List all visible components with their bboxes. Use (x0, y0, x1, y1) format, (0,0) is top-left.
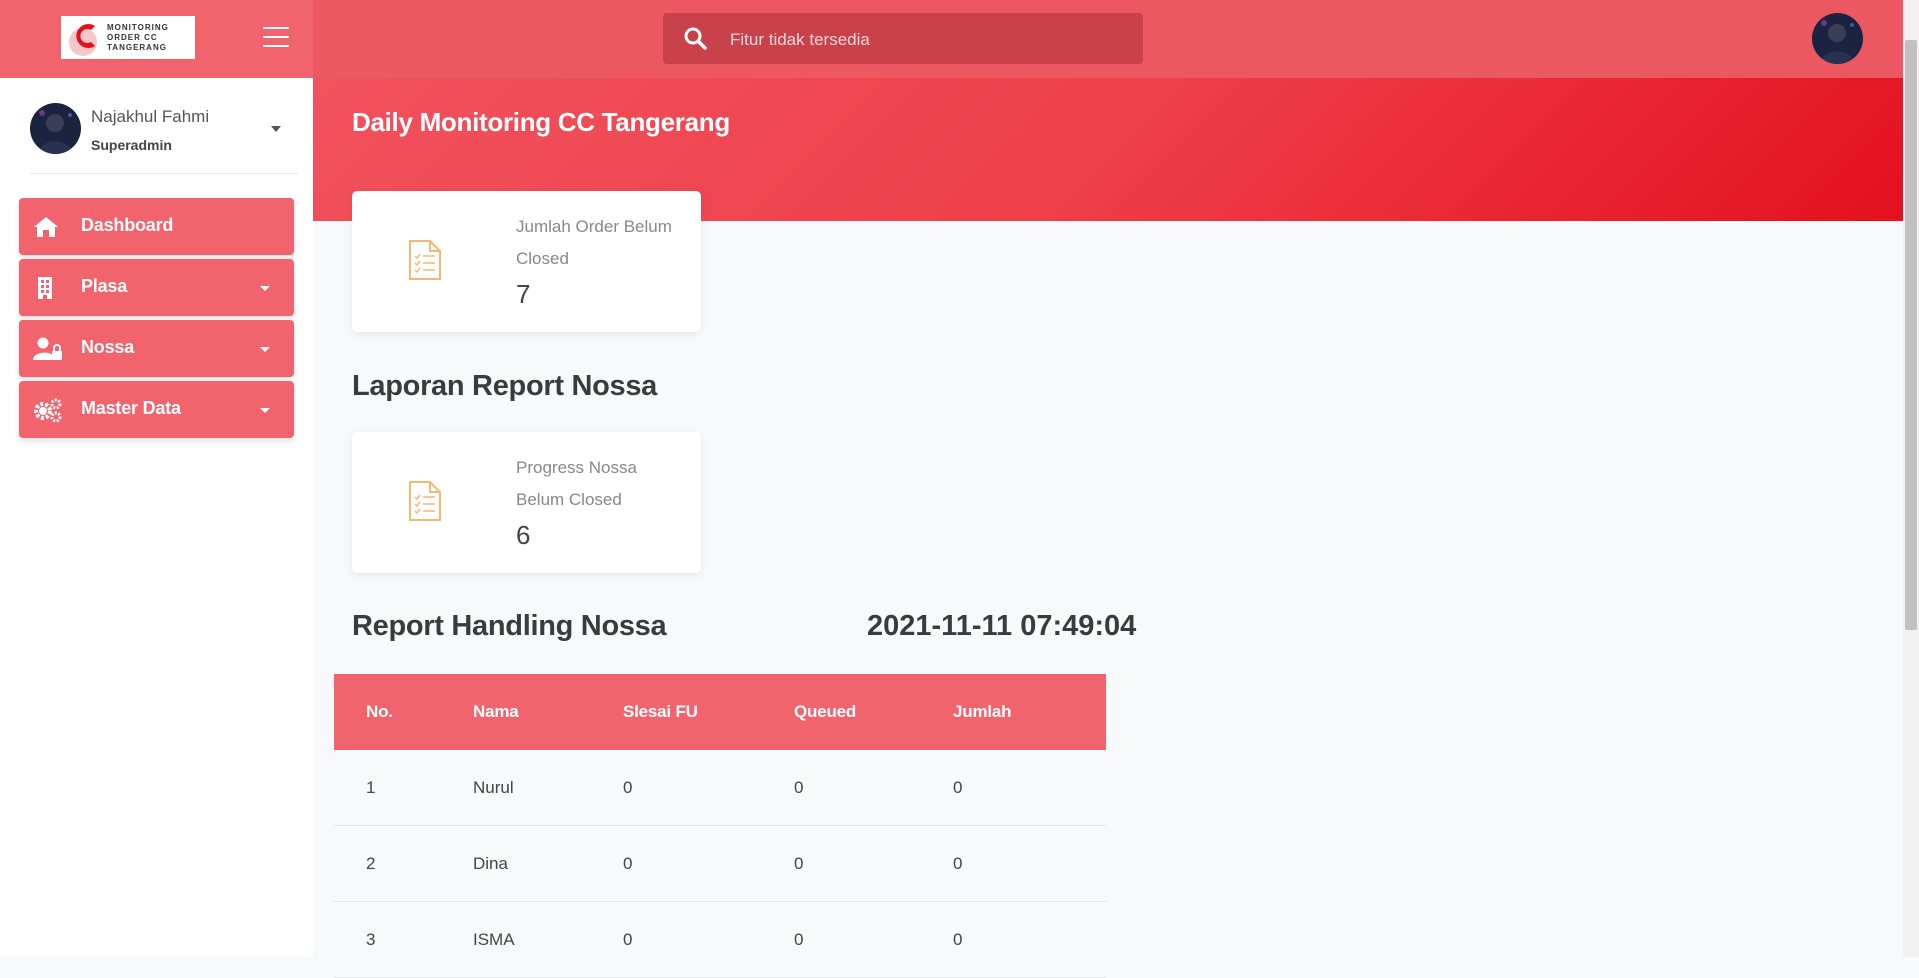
column-header-jumlah: Jumlah (953, 674, 1106, 750)
sidebar-item-master-data[interactable]: Master Data (19, 381, 294, 438)
cell-no: 2 (334, 825, 473, 902)
user-panel[interactable]: Najakhul Fahmi Superadmin (30, 103, 298, 163)
logo-text: MONITORING ORDER CC TANGERANG (107, 23, 169, 53)
order-stat-card: Jumlah Order Belum Closed 7 (352, 191, 701, 332)
table-row: 2 Dina 0 0 0 (334, 825, 1106, 902)
search-icon (683, 26, 707, 55)
brand-area: MONITORING ORDER CC TANGERANG (0, 0, 313, 78)
column-header-queued: Queued (794, 674, 953, 750)
user-role: Superadmin (91, 137, 172, 153)
sidebar-item-plasa[interactable]: Plasa (19, 259, 294, 316)
cell-jumlah: 0 (953, 750, 1106, 826)
logo-mark-icon (65, 18, 105, 58)
cell-no: 1 (334, 750, 473, 826)
column-header-nama: Nama (473, 674, 623, 750)
cell-queued: 0 (794, 901, 953, 978)
home-icon (33, 214, 59, 240)
cell-nama: ISMA (473, 901, 623, 978)
sidebar-item-nossa[interactable]: Nossa (19, 320, 294, 377)
card-label: Progress Nossa Belum Closed (516, 458, 637, 509)
chevron-down-icon[interactable] (271, 126, 281, 132)
cell-nama: Nurul (473, 750, 623, 826)
sidebar-item-label: Master Data (81, 398, 181, 418)
report-timestamp: 2021-11-11 07:49:04 (867, 610, 1137, 642)
sidebar-item-label: Plasa (81, 276, 128, 296)
column-header-no: No. (334, 674, 473, 750)
cell-selesai-fu: 0 (623, 825, 794, 902)
cell-queued: 0 (794, 750, 953, 826)
chevron-down-icon (260, 347, 270, 352)
sidebar-item-label: Dashboard (81, 215, 174, 235)
cell-queued: 0 (794, 825, 953, 902)
cell-selesai-fu: 0 (623, 750, 794, 826)
chevron-down-icon (260, 286, 270, 291)
search-input[interactable] (728, 13, 1132, 66)
card-value: 7 (516, 279, 531, 309)
sidebar-menu: Dashboard Plasa Nossa Master Data (19, 198, 294, 442)
cell-no: 3 (334, 901, 473, 978)
table-row: 3 ISMA 0 0 0 (334, 901, 1106, 978)
column-header-selesai-fu: Slesai FU (623, 674, 794, 750)
top-navbar: MONITORING ORDER CC TANGERANG (0, 0, 1919, 957)
logo-line-1: MONITORING (107, 22, 169, 32)
navbar-avatar[interactable] (1812, 13, 1863, 64)
building-icon (33, 275, 59, 301)
cell-jumlah: 0 (953, 825, 1106, 902)
cell-nama: Dina (473, 825, 623, 902)
logo-line-3: TANGERANG (107, 42, 167, 52)
hamburger-menu-icon[interactable] (263, 27, 289, 49)
section-title-nossa: Laporan Report Nossa (352, 370, 657, 402)
table-row: 1 Nurul 0 0 0 (334, 750, 1106, 826)
search-box[interactable] (663, 13, 1143, 66)
gears-icon (33, 397, 62, 423)
cell-selesai-fu: 0 (623, 901, 794, 978)
chevron-down-icon (260, 408, 270, 413)
nav-area (313, 0, 1903, 78)
user-avatar (30, 103, 81, 154)
user-lock-icon (33, 336, 62, 362)
sidebar: Najakhul Fahmi Superadmin Dashboard Plas… (0, 78, 313, 957)
card-label: Jumlah Order Belum Closed (516, 217, 672, 268)
checklist-document-icon (408, 239, 442, 286)
report-table: No. Nama Slesai FU Queued Jumlah 1 Nurul… (334, 674, 1106, 978)
sidebar-item-dashboard[interactable]: Dashboard (19, 198, 294, 255)
sidebar-item-label: Nossa (81, 337, 135, 357)
user-name: Najakhul Fahmi (91, 107, 210, 126)
scrollbar[interactable] (1903, 0, 1919, 957)
divider (30, 173, 298, 174)
card-value: 6 (516, 520, 531, 550)
cell-jumlah: 0 (953, 901, 1106, 978)
section-title-handling: Report Handling Nossa (352, 610, 667, 642)
nossa-stat-card: Progress Nossa Belum Closed 6 (352, 432, 701, 573)
table-header-row: No. Nama Slesai FU Queued Jumlah (334, 674, 1106, 750)
logo-line-2: ORDER CC (107, 32, 158, 42)
checklist-document-icon (408, 480, 442, 527)
scrollbar-thumb[interactable] (1905, 40, 1917, 630)
logo[interactable]: MONITORING ORDER CC TANGERANG (61, 16, 195, 59)
page-title: Daily Monitoring CC Tangerang (352, 107, 730, 137)
